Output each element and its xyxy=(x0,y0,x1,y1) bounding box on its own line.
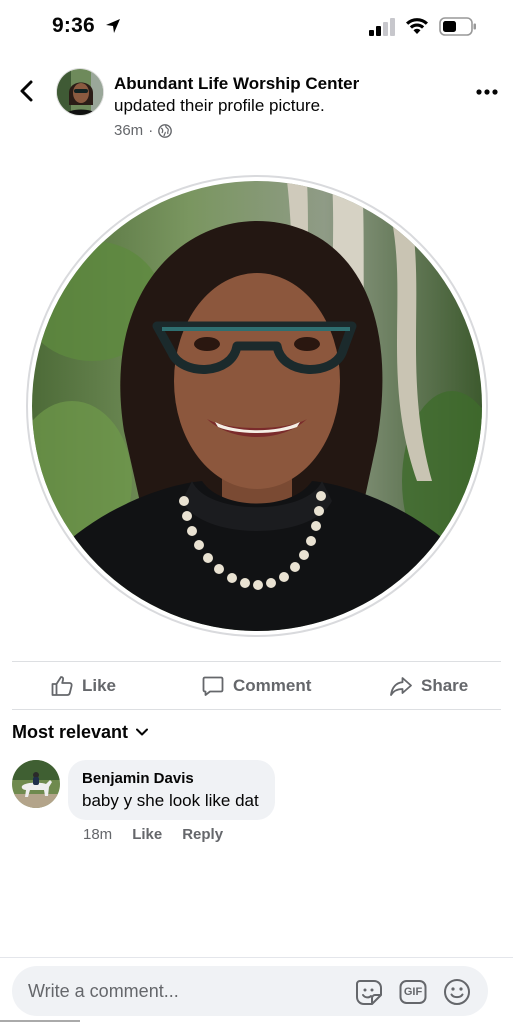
comment-like-button[interactable]: Like xyxy=(132,826,162,843)
comment-reply-button[interactable]: Reply xyxy=(182,826,223,843)
chevron-left-icon xyxy=(20,80,33,102)
meta-separator: · xyxy=(148,122,154,139)
comment-text: baby y she look like dat xyxy=(82,791,259,810)
comment-bubble-icon xyxy=(202,676,224,696)
chevron-down-icon xyxy=(136,728,149,736)
horse-rider-photo xyxy=(12,760,60,808)
comment-composer: GIF xyxy=(12,966,488,1016)
status-time: 9:36 xyxy=(52,14,95,37)
thumbs-up-icon xyxy=(51,676,73,696)
back-button[interactable] xyxy=(12,76,40,106)
comment-input[interactable] xyxy=(26,966,346,1016)
divider-bottom xyxy=(12,709,501,710)
location-arrow-icon xyxy=(106,19,120,33)
comment-label: Comment xyxy=(233,676,312,695)
cellular-signal-icon xyxy=(369,18,395,36)
gif-button[interactable]: GIF xyxy=(398,977,428,1007)
comment-bubble[interactable]: Benjamin Davis baby y she look like dat xyxy=(68,760,275,820)
like-button[interactable]: Like xyxy=(50,664,116,708)
sort-label: Most relevant xyxy=(12,721,129,742)
share-label: Share xyxy=(421,676,469,695)
wifi-icon xyxy=(406,18,428,34)
home-indicator xyxy=(0,1020,80,1022)
post-header-text: Abundant Life Worship Center updated the… xyxy=(114,73,464,117)
sticker-icon xyxy=(356,980,382,1005)
more-horizontal-icon xyxy=(476,89,498,95)
comment-meta: 18m Like Reply xyxy=(83,826,223,843)
comment-author[interactable]: Benjamin Davis xyxy=(82,769,259,789)
post-meta: 36m · xyxy=(114,122,173,139)
more-options-button[interactable] xyxy=(470,80,504,104)
post-detail-screen: 9:36 Abundant Life Worship Center update… xyxy=(0,0,513,1024)
profile-photo-image xyxy=(32,181,482,631)
commenter-avatar[interactable] xyxy=(12,760,60,808)
post-time[interactable]: 36m xyxy=(114,122,143,139)
person-photo xyxy=(57,69,103,115)
emoji-button[interactable] xyxy=(442,977,472,1007)
gif-label: GIF xyxy=(403,986,423,998)
comment-button[interactable]: Comment xyxy=(201,664,311,708)
post-action-text: updated their profile picture. xyxy=(114,96,325,115)
smiley-icon xyxy=(444,979,470,1005)
like-label: Like xyxy=(82,676,117,695)
comment-time: 18m xyxy=(83,826,113,843)
sticker-button[interactable] xyxy=(354,977,384,1007)
status-bar: 9:36 xyxy=(0,0,513,54)
share-button[interactable]: Share xyxy=(389,664,468,708)
page-avatar[interactable] xyxy=(56,68,104,116)
profile-picture[interactable] xyxy=(32,181,482,631)
divider-top xyxy=(12,661,501,662)
page-name-link[interactable]: Abundant Life Worship Center xyxy=(114,73,464,95)
globe-icon xyxy=(158,123,173,138)
post-actions: Like Comment Share xyxy=(0,664,513,708)
share-arrow-icon xyxy=(390,677,412,696)
comment-sort-dropdown[interactable]: Most relevant xyxy=(12,720,149,744)
battery-icon xyxy=(439,17,476,36)
